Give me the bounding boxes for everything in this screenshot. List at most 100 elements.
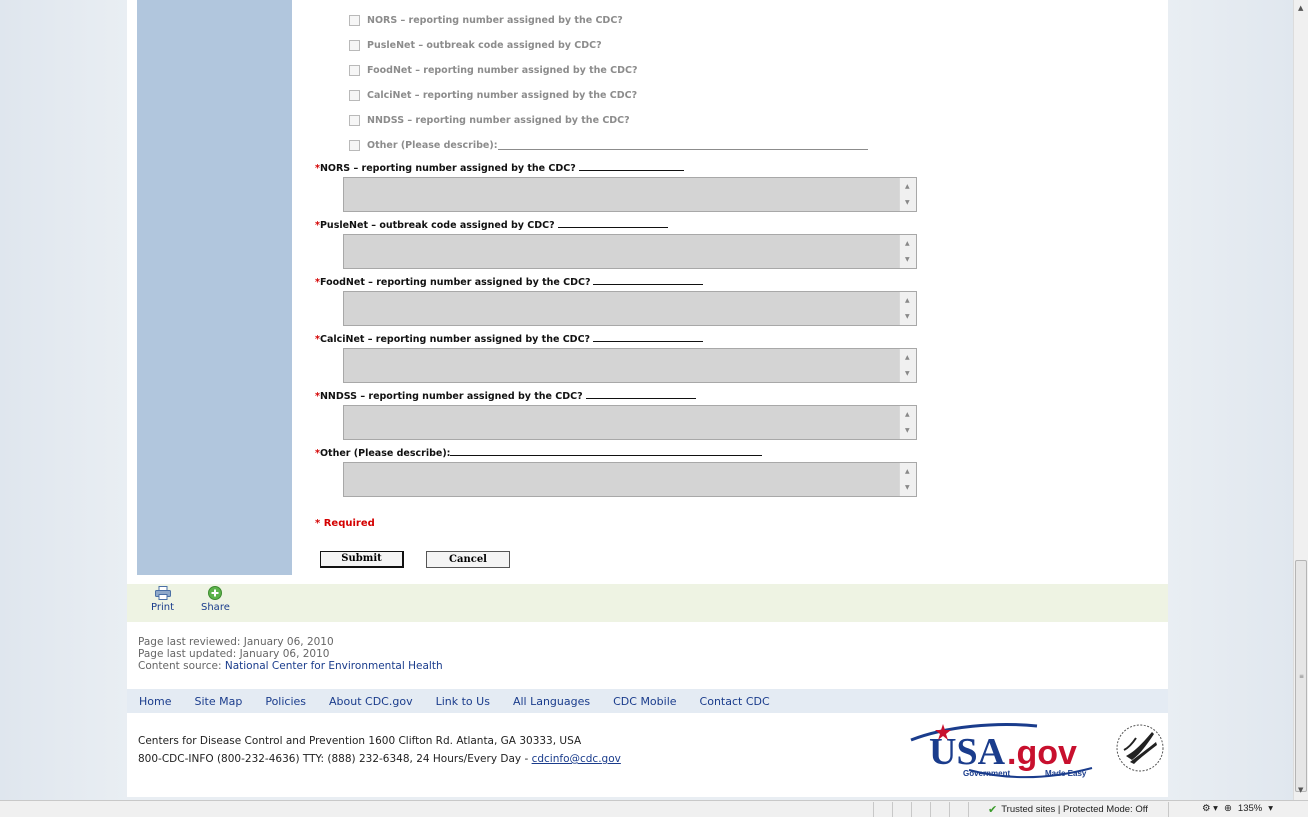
footer-link-link-to-us[interactable]: Link to Us [436, 695, 490, 708]
submit-button[interactable]: Submit [320, 551, 404, 568]
share-toolbar: Print Share [127, 584, 1168, 622]
hhs-eagle-seal-icon[interactable] [1112, 722, 1168, 774]
scroll-down-icon[interactable]: ▼ [905, 256, 910, 263]
scrollbar[interactable]: ▲ ▼ [899, 235, 916, 268]
scroll-down-arrow-icon[interactable]: ▼ [1298, 786, 1303, 794]
scroll-down-icon[interactable]: ▼ [905, 427, 910, 434]
checkbox-icon[interactable] [349, 14, 360, 26]
checkbox-foodnet[interactable]: FoodNet – reporting number assigned by t… [349, 61, 638, 79]
question-label-other: *Other (Please describe): [315, 446, 763, 459]
share-plus-icon[interactable] [208, 586, 223, 600]
textarea-calcinet[interactable]: ▲ ▼ [343, 348, 917, 383]
security-zone-label: Trusted sites | Protected Mode: Off [1001, 804, 1148, 815]
scroll-down-icon[interactable]: ▼ [905, 370, 910, 377]
checkbox-nndss[interactable]: NNDSS – reporting number assigned by the… [349, 111, 630, 129]
checkbox-icon[interactable] [349, 39, 360, 51]
last-reviewed: Page last reviewed: January 06, 2010 [138, 636, 334, 648]
grip-icon: ≡ [1299, 673, 1305, 680]
checkbox-label: PusleNet – outbreak code assigned by CDC… [367, 39, 602, 51]
status-divider [892, 802, 893, 817]
scroll-up-icon[interactable]: ▲ [905, 468, 910, 475]
cancel-button[interactable]: Cancel [426, 551, 510, 568]
scroll-up-icon[interactable]: ▲ [905, 411, 910, 418]
protected-mode-icon[interactable]: ⚙ ▾ [1202, 803, 1218, 814]
status-divider [1168, 802, 1169, 817]
status-bar: ✔ Trusted sites | Protected Mode: Off ⚙ … [0, 800, 1308, 817]
scroll-down-icon[interactable]: ▼ [905, 199, 910, 206]
zoom-dropdown-icon[interactable]: ▾ [1268, 803, 1273, 814]
checkbox-label: NORS – reporting number assigned by the … [367, 14, 623, 26]
window-scrollbar[interactable]: ▲ ≡ ▼ [1293, 0, 1308, 800]
footer-link-about[interactable]: About CDC.gov [329, 695, 413, 708]
zoom-control[interactable]: ⚙ ▾ ⊕ 135% ▾ [1202, 803, 1273, 814]
scroll-up-icon[interactable]: ▲ [905, 240, 910, 247]
checkbox-icon[interactable] [349, 89, 360, 101]
scrollbar[interactable]: ▲ ▼ [899, 292, 916, 325]
scrollbar[interactable]: ▲ ▼ [899, 463, 916, 496]
status-divider [911, 802, 912, 817]
scrollbar[interactable]: ▲ ▼ [899, 349, 916, 382]
contact-phones: 800-CDC-INFO (800-232-4636) TTY: (888) 2… [138, 753, 532, 765]
footer-link-site-map[interactable]: Site Map [194, 695, 242, 708]
scroll-up-icon[interactable]: ▲ [905, 183, 910, 190]
question-label-pulsenet: *PusleNet – outbreak code assigned by CD… [315, 218, 668, 231]
scrollbar[interactable]: ▲ ▼ [899, 178, 916, 211]
question-text: Other (Please describe): [319, 448, 451, 459]
logo-tagline-left: Government [963, 769, 1010, 778]
footer-link-home[interactable]: Home [139, 695, 171, 708]
checkbox-icon[interactable] [349, 139, 360, 151]
footer-link-contact[interactable]: Contact CDC [700, 695, 770, 708]
usagov-logo[interactable]: USA .gov Government Made Easy [907, 718, 1117, 780]
content-source-prefix: Content source: [138, 660, 225, 672]
textarea-foodnet[interactable]: ▲ ▼ [343, 291, 917, 326]
checkbox-icon[interactable] [349, 114, 360, 126]
textarea-nors[interactable]: ▲ ▼ [343, 177, 917, 212]
status-divider [949, 802, 950, 817]
scroll-up-arrow-icon[interactable]: ▲ [1298, 4, 1303, 12]
scroll-down-icon[interactable]: ▼ [905, 313, 910, 320]
footer-address: Centers for Disease Control and Preventi… [138, 732, 621, 768]
scroll-down-icon[interactable]: ▼ [905, 484, 910, 491]
textarea-nndss[interactable]: ▲ ▼ [343, 405, 917, 440]
scrollbar[interactable]: ▲ ▼ [899, 406, 916, 439]
printer-icon[interactable] [154, 586, 171, 600]
scroll-up-icon[interactable]: ▲ [905, 354, 910, 361]
blank-line [557, 218, 668, 228]
checkbox-pulsenet[interactable]: PusleNet – outbreak code assigned by CDC… [349, 36, 602, 54]
contact-email-link[interactable]: cdcinfo@cdc.gov [532, 753, 621, 765]
blank-line [450, 446, 763, 456]
textarea-other[interactable]: ▲ ▼ [343, 462, 917, 497]
checkbox-label: CalciNet – reporting number assigned by … [367, 89, 638, 101]
content-source: Content source: National Center for Envi… [138, 660, 443, 672]
contact-line: 800-CDC-INFO (800-232-4636) TTY: (888) 2… [138, 750, 621, 768]
checkbox-calcinet[interactable]: CalciNet – reporting number assigned by … [349, 86, 637, 104]
question-label-nors: *NORS – reporting number assigned by the… [315, 161, 684, 174]
page-meta: Page last reviewed: January 06, 2010 Pag… [138, 636, 443, 672]
footer-link-all-languages[interactable]: All Languages [513, 695, 590, 708]
question-label-foodnet: *FoodNet – reporting number assigned by … [315, 275, 704, 288]
checkmark-icon: ✔ [988, 804, 998, 816]
share-label[interactable]: Share [201, 602, 230, 613]
footer-link-cdc-mobile[interactable]: CDC Mobile [613, 695, 676, 708]
logo-gov-text: .gov [1007, 734, 1077, 772]
footer-link-policies[interactable]: Policies [265, 695, 306, 708]
other-underline [497, 140, 868, 150]
scrollbar-thumb[interactable]: ≡ [1295, 560, 1307, 792]
content-source-link[interactable]: National Center for Environmental Health [225, 660, 443, 672]
checkbox-nors[interactable]: NORS – reporting number assigned by the … [349, 11, 623, 29]
question-text: FoodNet – reporting number assigned by t… [319, 277, 591, 288]
share-tool[interactable]: Share [201, 586, 230, 613]
checkbox-icon[interactable] [349, 64, 360, 76]
checkbox-label: FoodNet – reporting number assigned by t… [367, 64, 638, 76]
zoom-icon[interactable]: ⊕ [1224, 803, 1232, 814]
question-text: NORS – reporting number assigned by the … [319, 163, 576, 174]
zoom-level[interactable]: 135% [1238, 803, 1262, 814]
checkbox-other[interactable]: Other (Please describe): [349, 136, 868, 154]
security-zone[interactable]: ✔ Trusted sites | Protected Mode: Off [988, 803, 1148, 816]
question-label-nndss: *NNDSS – reporting number assigned by th… [315, 389, 696, 402]
scroll-up-icon[interactable]: ▲ [905, 297, 910, 304]
question-label-calcinet: *CalciNet – reporting number assigned by… [315, 332, 704, 345]
print-label[interactable]: Print [151, 602, 174, 613]
textarea-pulsenet[interactable]: ▲ ▼ [343, 234, 917, 269]
print-tool[interactable]: Print [151, 586, 174, 613]
